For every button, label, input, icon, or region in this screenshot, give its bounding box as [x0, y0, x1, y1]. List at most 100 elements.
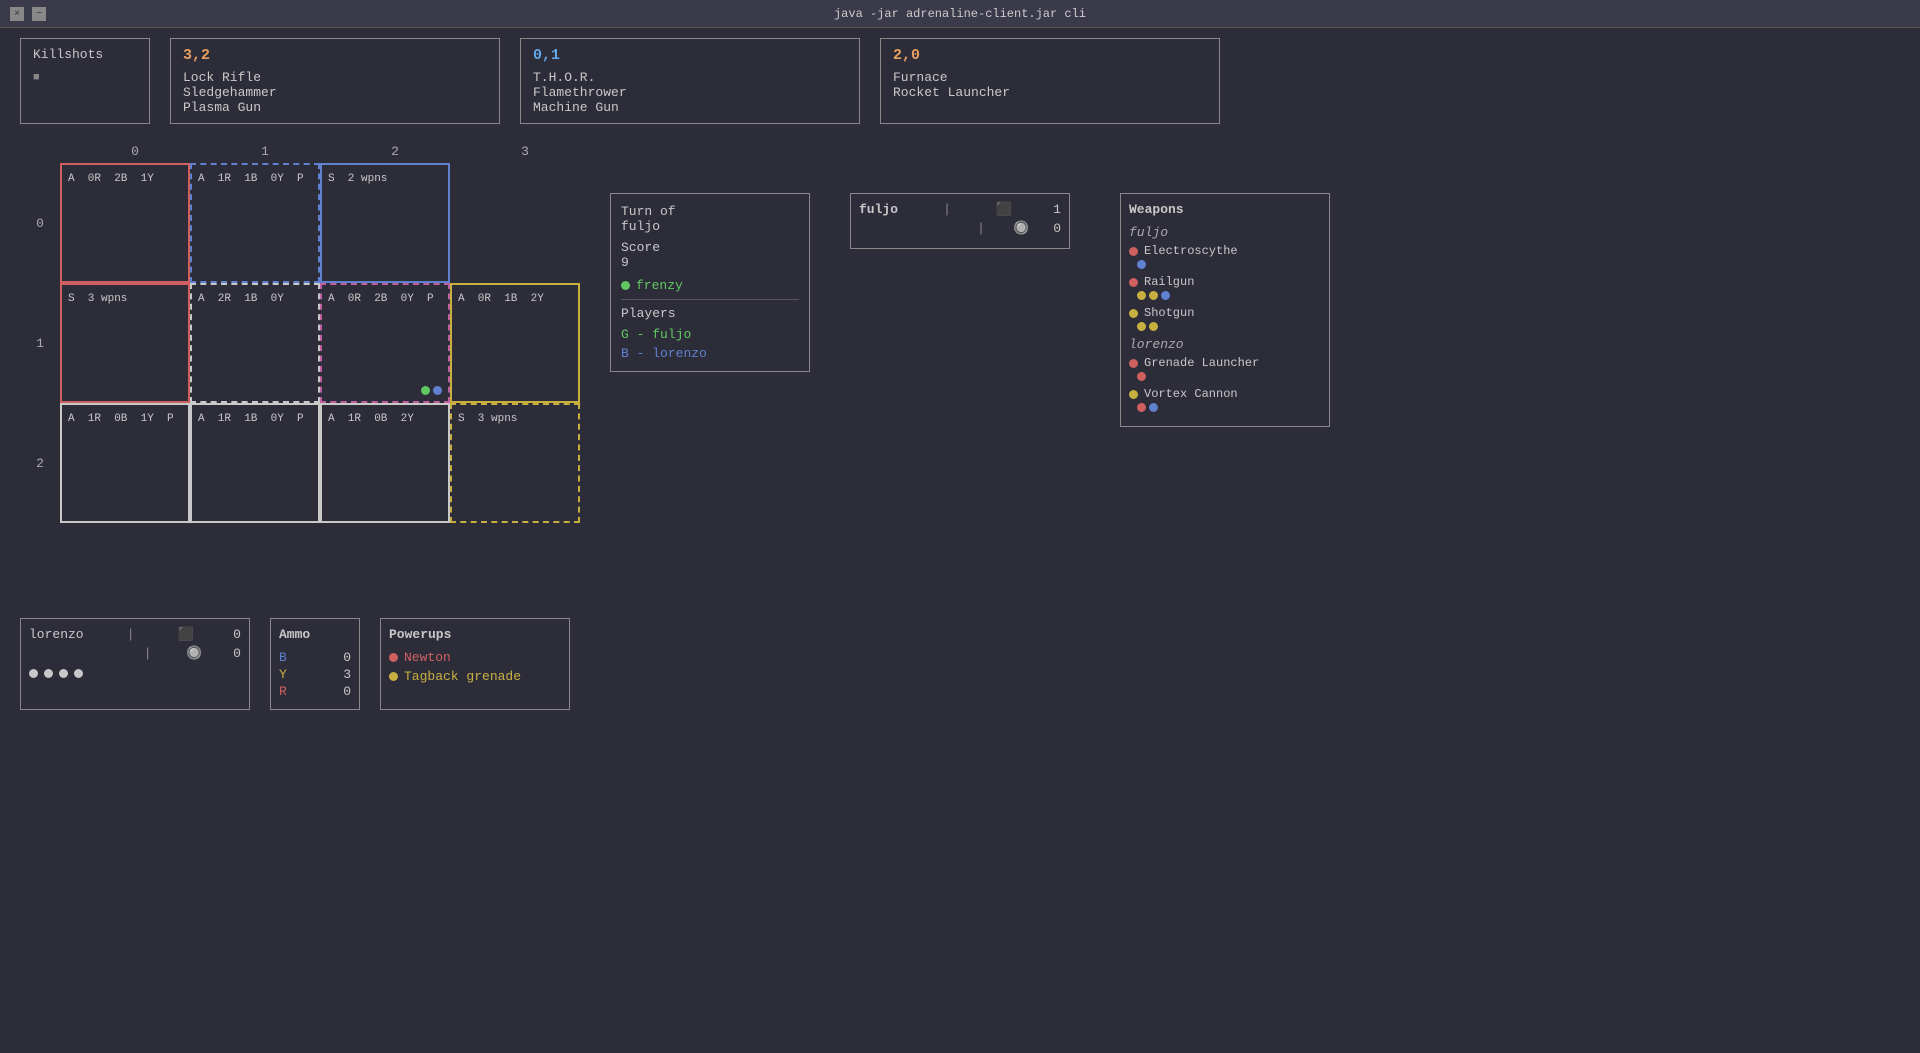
cell-1-2: A 0R 2B 0Y P [320, 283, 450, 403]
cell-2-2: A 1R 0B 2Y [320, 403, 450, 523]
player3-weapon1: Furnace [893, 70, 1207, 85]
lorenzo-dots [29, 669, 241, 678]
electroscythe-dot [1129, 247, 1138, 256]
lorenzo-panel: lorenzo | ⬛ 0 | 🔘 0 [20, 618, 250, 710]
lorenzo-drop-val: 0 [233, 646, 241, 661]
titlebar: × − java -jar adrenaline-client.jar cli [0, 0, 1920, 28]
fuljo-name: fuljo [859, 202, 898, 217]
player2-panel: 0,1 T.H.O.R. Flamethrower Machine Gun [520, 38, 860, 124]
ammo-row-r: R 0 [279, 684, 351, 699]
shotgun-ammo-1 [1137, 322, 1146, 331]
fuljo-sep: | [943, 202, 951, 217]
railgun-ammo-1 [1137, 291, 1146, 300]
ammo-title: Ammo [279, 627, 351, 642]
electroscythe-name: Electroscythe [1144, 244, 1238, 258]
col-label-2: 2 [330, 144, 460, 159]
shotgun-name: Shotgun [1144, 306, 1194, 320]
player-name-1: lorenzo [652, 346, 707, 361]
player2-weapons: T.H.O.R. Flamethrower Machine Gun [533, 70, 847, 115]
cell-0-0: A 0R 2B 1Y [60, 163, 190, 283]
close-button[interactable]: × [10, 7, 24, 21]
player-entry-0: G - fuljo [621, 327, 799, 342]
vortex-cannon-name: Vortex Cannon [1144, 387, 1238, 401]
powerups-panel: Powerups Newton Tagback grenade [380, 618, 570, 710]
weapons-panel: Weapons fuljo Electroscythe Railgun Shot… [1120, 193, 1330, 427]
lorenzo-skull-val: 0 [233, 627, 241, 642]
bottom-panels: lorenzo | ⬛ 0 | 🔘 0 Ammo B [20, 618, 570, 710]
player-name-0: fuljo [652, 327, 691, 342]
ammo-row-y: Y 3 [279, 667, 351, 682]
lorenzo-dot-3 [59, 669, 68, 678]
player2-score: 0,1 [533, 47, 847, 64]
skull-icon-lorenzo: ⬛ [178, 627, 194, 642]
grenade-launcher-name: Grenade Launcher [1144, 356, 1259, 370]
shotgun-ammo [1137, 322, 1321, 331]
ammo-value-y: 3 [343, 667, 351, 682]
powerup-newton-row: Newton [389, 650, 561, 665]
drop-count: 0 [1053, 221, 1061, 236]
player-dot-blue [433, 386, 442, 395]
score-label: Score [621, 240, 799, 255]
player3-panel: 2,0 Furnace Rocket Launcher [880, 38, 1220, 124]
cell-0-2-text: S 2 wpns [328, 171, 442, 189]
lorenzo-dot-4 [74, 669, 83, 678]
grid-row-2: A 1R 0B 1Y P A 1R 1B 0Y P A 1R 0B 2Y S 3… [60, 403, 580, 523]
grid-rows: A 0R 2B 1Y A 1R 1B 0Y P S 2 wpns [60, 163, 580, 523]
ammo-label-b: B [279, 650, 287, 665]
ammo-value-b: 0 [343, 650, 351, 665]
cell-0-2: S 2 wpns [320, 163, 450, 283]
killshots-panel: Killshots ■ [20, 38, 150, 124]
drop-icon-lorenzo: 🔘 [186, 646, 202, 661]
weapon-grenade-launcher-row: Grenade Launcher [1129, 356, 1321, 370]
fuljo-sep2: | [977, 221, 985, 236]
cell-2-2-text: A 1R 0B 2Y [328, 411, 442, 429]
main-content: Killshots ■ 3,2 Lock Rifle Sledgehammer … [0, 28, 1920, 533]
tagback-name: Tagback grenade [404, 669, 521, 684]
row-label-2: 2 [20, 403, 60, 523]
player-sep-0: - [637, 327, 653, 342]
cell-2-0-text: A 1R 0B 1Y P [68, 411, 182, 429]
top-panels: Killshots ■ 3,2 Lock Rifle Sledgehammer … [20, 38, 1900, 124]
tagback-dot [389, 672, 398, 681]
fuljo-drop-row: | 🔘 0 [859, 221, 1061, 236]
window-title: java -jar adrenaline-client.jar cli [834, 7, 1086, 21]
turn-of-label: Turn of [621, 204, 799, 219]
cell-0-0-text: A 0R 2B 1Y [68, 171, 182, 189]
cell-1-0: S 3 wpns [60, 283, 190, 403]
owner-lorenzo: lorenzo [1129, 337, 1321, 352]
vortex-cannon-ammo [1137, 403, 1321, 412]
ammo-label-y: Y [279, 667, 287, 682]
cell-1-0-text: S 3 wpns [68, 291, 182, 309]
cell-2-0: A 1R 0B 1Y P [60, 403, 190, 523]
lorenzo-sep: | [127, 627, 135, 642]
titlebar-controls: × − [10, 7, 46, 21]
ammo-row-b: B 0 [279, 650, 351, 665]
player3-weapons: Furnace Rocket Launcher [893, 70, 1207, 100]
fuljo-header-row: fuljo | ⬛ 1 [859, 202, 1061, 217]
players-label: Players [621, 306, 799, 321]
killshots-title: Killshots [33, 47, 137, 62]
ammo-value-r: 0 [343, 684, 351, 699]
row-labels: 0 1 2 [20, 163, 60, 523]
weapon-electroscythe-row: Electroscythe [1129, 244, 1321, 258]
cell-2-3-text: S 3 wpns [458, 411, 572, 429]
vortex-cannon-ammo-2 [1149, 403, 1158, 412]
row-label-1: 1 [20, 283, 60, 403]
cell-1-2-text: A 0R 2B 0Y P [328, 291, 442, 309]
turn-player: fuljo [621, 219, 799, 234]
lorenzo-dot-1 [29, 669, 38, 678]
cell-1-1: A 2R 1B 0Y [190, 283, 320, 403]
col-label-3: 3 [460, 144, 590, 159]
player-color-1: B [621, 346, 629, 361]
newton-name: Newton [404, 650, 451, 665]
railgun-ammo [1137, 291, 1321, 300]
shotgun-dot [1129, 309, 1138, 318]
turn-panel: Turn of fuljo Score 9 frenzy Players G -… [610, 193, 810, 372]
weapons-title: Weapons [1129, 202, 1321, 217]
cell-0-3 [450, 163, 580, 283]
lorenzo-dot-2 [44, 669, 53, 678]
weapon-railgun-row: Railgun [1129, 275, 1321, 289]
minimize-button[interactable]: − [32, 7, 46, 21]
player2-weapon2: Flamethrower [533, 85, 847, 100]
vortex-cannon-dot [1129, 390, 1138, 399]
